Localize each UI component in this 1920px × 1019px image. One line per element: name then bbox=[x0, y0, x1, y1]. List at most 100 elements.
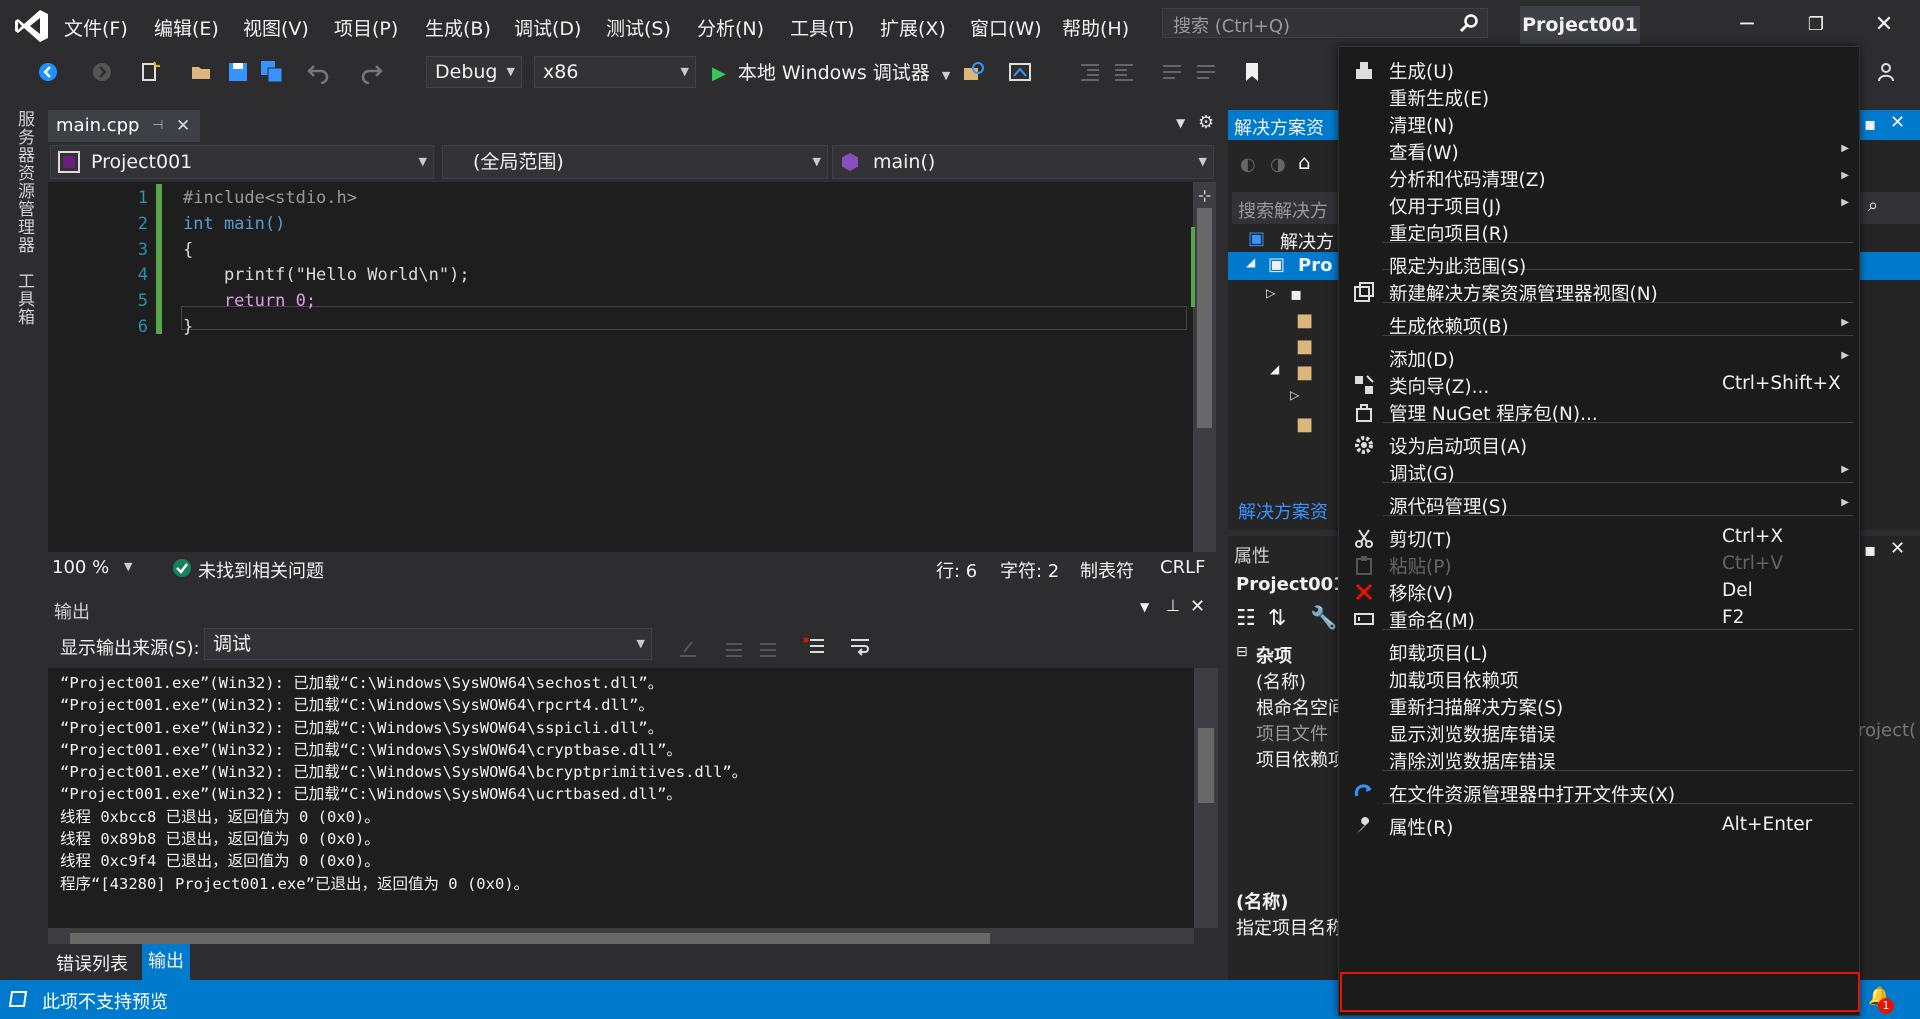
issues-status[interactable]: 未找到相关问题 bbox=[198, 557, 324, 583]
alphabetical-icon[interactable]: ⇅ bbox=[1268, 606, 1286, 631]
menu-item-1[interactable]: 编辑(E) bbox=[154, 14, 219, 41]
outdent-icon[interactable] bbox=[1112, 60, 1136, 84]
chevron-down-icon[interactable]: ▼ bbox=[1140, 600, 1149, 614]
output-source-dropdown[interactable]: 调试 ▼ bbox=[204, 628, 652, 660]
menu-item-2[interactable]: 视图(V) bbox=[243, 14, 309, 41]
output-vertical-scrollbar[interactable] bbox=[1194, 668, 1218, 928]
context-menu-item[interactable]: 源代码管理(S) ▶ bbox=[1339, 488, 1859, 521]
property-namespace-row[interactable]: 根命名空间 bbox=[1256, 694, 1346, 720]
previous-message-icon[interactable] bbox=[722, 636, 746, 660]
browser-icon[interactable] bbox=[1008, 60, 1032, 84]
back-icon[interactable]: ◐ bbox=[1240, 154, 1256, 175]
categorized-icon[interactable]: ☷ bbox=[1236, 606, 1256, 631]
code-line[interactable]: printf("Hello World\n"); bbox=[183, 265, 470, 285]
tab-main-cpp[interactable]: main.cpp ⊣ ✕ bbox=[48, 110, 200, 142]
member-dropdown[interactable]: main() ▼ bbox=[832, 145, 1214, 179]
bookmark-icon[interactable] bbox=[1240, 60, 1264, 84]
code-line[interactable]: #include<stdio.h> bbox=[183, 188, 357, 208]
context-menu-item[interactable]: 管理 NuGet 程序包(N)... bbox=[1339, 395, 1859, 428]
chevron-down-icon[interactable]: ▼ bbox=[1176, 116, 1185, 130]
solution-explorer-tab[interactable]: 解决方案资 bbox=[1238, 498, 1328, 524]
editor-vertical-scrollbar[interactable] bbox=[1191, 182, 1216, 552]
open-folder-icon[interactable] bbox=[190, 60, 214, 84]
close-icon[interactable]: ✕ bbox=[1890, 112, 1905, 133]
menu-item-8[interactable]: 工具(T) bbox=[790, 14, 854, 41]
forward-icon[interactable] bbox=[90, 60, 114, 84]
uncomment-icon[interactable] bbox=[1194, 60, 1218, 84]
properties-object-name[interactable]: Project001 bbox=[1236, 574, 1346, 595]
collapse-arrow-icon[interactable]: ▷ bbox=[1290, 388, 1299, 402]
undo-icon[interactable] bbox=[306, 60, 330, 84]
split-editor-icon[interactable]: ⊹ bbox=[1198, 186, 1211, 205]
save-all-icon[interactable] bbox=[260, 60, 284, 84]
solution-root-node[interactable]: 解决方 bbox=[1280, 228, 1334, 254]
redo-icon[interactable] bbox=[360, 60, 384, 84]
close-icon[interactable]: ✕ bbox=[1890, 538, 1905, 559]
expand-arrow-icon[interactable]: ◢ bbox=[1270, 362, 1279, 376]
context-menu-item[interactable]: 调试(G) ▶ bbox=[1339, 455, 1859, 488]
context-menu-item[interactable]: 生成依赖项(B) ▶ bbox=[1339, 308, 1859, 341]
code-editor[interactable]: 1 2 3 4 5 6 #include<stdio.h> int main() { prin… bbox=[48, 182, 1216, 552]
home-icon[interactable]: ⌂ bbox=[1298, 150, 1311, 174]
close-tab-icon[interactable]: ✕ bbox=[176, 110, 190, 142]
context-menu-item[interactable]: 在文件资源管理器中打开文件夹(X) bbox=[1339, 776, 1859, 809]
context-menu-item[interactable]: 清除浏览数据库错误 bbox=[1339, 743, 1859, 776]
scrollbar-thumb[interactable] bbox=[1198, 728, 1214, 803]
tabs-indicator[interactable]: 制表符 bbox=[1080, 557, 1134, 583]
menu-item-7[interactable]: 分析(N) bbox=[697, 14, 764, 41]
save-icon[interactable] bbox=[226, 60, 250, 84]
menu-item-10[interactable]: 窗口(W) bbox=[970, 14, 1042, 41]
indent-icon[interactable] bbox=[1078, 60, 1102, 84]
gear-icon[interactable]: ⚙ bbox=[1198, 112, 1214, 133]
pin-icon[interactable]: ⊥ bbox=[1166, 596, 1180, 615]
wrench-icon[interactable]: 🔧 bbox=[1310, 606, 1337, 631]
live-share-icon[interactable] bbox=[1876, 60, 1900, 84]
expand-arrow-icon[interactable]: ◢ bbox=[1246, 255, 1255, 269]
restore-button[interactable]: ❐ bbox=[1796, 8, 1836, 42]
code-line[interactable]: } bbox=[183, 317, 193, 337]
zoom-level[interactable]: 100 % bbox=[52, 557, 109, 578]
close-button[interactable]: ✕ bbox=[1864, 8, 1904, 42]
context-menu-item[interactable]: 重命名(M) F2 bbox=[1339, 602, 1859, 635]
property-project-file-row[interactable]: 项目文件 bbox=[1256, 720, 1328, 746]
menu-item-3[interactable]: 项目(P) bbox=[334, 14, 398, 41]
pin-icon[interactable]: ▪ bbox=[1864, 114, 1876, 135]
menu-item-0[interactable]: 文件(F) bbox=[64, 14, 128, 41]
code-line[interactable]: int main() bbox=[183, 214, 285, 234]
server-explorer-tab[interactable]: 服务器资源管理器 bbox=[12, 110, 37, 254]
toolbox-tab[interactable]: 工具箱 bbox=[12, 272, 37, 326]
new-project-icon[interactable] bbox=[138, 60, 162, 84]
find-in-files-icon[interactable] bbox=[962, 60, 986, 84]
search-input[interactable]: 搜索 (Ctrl+Q) bbox=[1162, 8, 1488, 38]
next-message-icon[interactable] bbox=[756, 636, 780, 660]
code-line[interactable]: return 0; bbox=[183, 291, 316, 311]
property-name-row[interactable]: (名称) bbox=[1256, 668, 1306, 694]
configuration-dropdown[interactable]: Debug ▼ bbox=[426, 56, 522, 88]
start-debugging-button[interactable]: ▶ 本地 Windows 调试器 ▼ bbox=[712, 58, 950, 88]
menu-item-6[interactable]: 测试(S) bbox=[606, 14, 671, 41]
menu-item-4[interactable]: 生成(B) bbox=[425, 14, 491, 41]
close-icon[interactable]: ✕ bbox=[1190, 596, 1205, 617]
word-wrap-icon[interactable] bbox=[848, 634, 872, 658]
context-menu-item[interactable]: 重定向项目(R) bbox=[1339, 215, 1859, 248]
clear-all-icon[interactable] bbox=[802, 634, 826, 658]
back-icon[interactable] bbox=[36, 60, 60, 84]
menu-item-11[interactable]: 帮助(H) bbox=[1062, 14, 1129, 41]
collapse-arrow-icon[interactable]: ▷ bbox=[1266, 286, 1275, 300]
property-dependencies-row[interactable]: 项目依赖项 bbox=[1256, 746, 1346, 772]
scrollbar-thumb[interactable] bbox=[1197, 208, 1212, 428]
code-line[interactable]: { bbox=[183, 240, 193, 260]
forward-icon[interactable]: ◑ bbox=[1270, 154, 1286, 175]
global-scope-dropdown[interactable]: (全局范围) ▼ bbox=[442, 145, 828, 179]
minimize-button[interactable]: ─ bbox=[1727, 8, 1767, 42]
comment-icon[interactable] bbox=[1160, 60, 1184, 84]
eol-indicator[interactable]: CRLF bbox=[1160, 557, 1205, 578]
find-message-icon[interactable] bbox=[676, 636, 700, 660]
project-scope-dropdown[interactable]: Project001 ▼ bbox=[50, 145, 434, 179]
pin-icon[interactable]: ▪ bbox=[1864, 540, 1876, 561]
context-menu-item[interactable]: 新建解决方案资源管理器视图(N) bbox=[1339, 275, 1859, 308]
context-menu-item[interactable]: 属性(R) Alt+Enter bbox=[1339, 809, 1859, 842]
platform-dropdown[interactable]: x86 ▼ bbox=[534, 56, 696, 88]
menu-item-5[interactable]: 调试(D) bbox=[514, 14, 581, 41]
tab-output[interactable]: 输出 bbox=[142, 944, 190, 980]
